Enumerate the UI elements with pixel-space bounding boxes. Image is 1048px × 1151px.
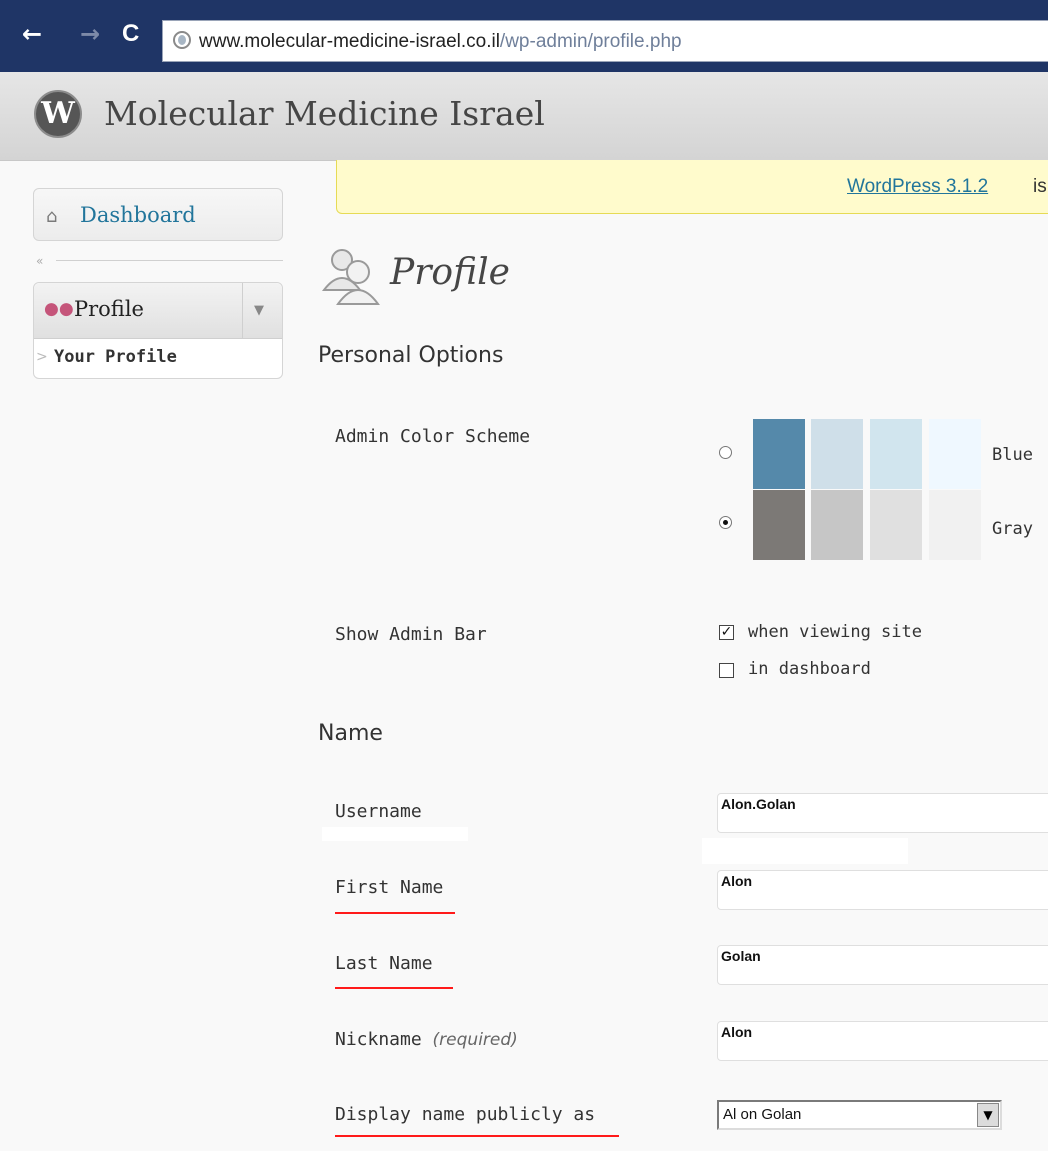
first-name-value: Alon (721, 873, 753, 889)
site-title[interactable]: Molecular Medicine Israel (104, 94, 545, 133)
chevron-down-icon[interactable]: ▼ (977, 1103, 999, 1127)
update-link[interactable]: WordPress 3.1.2 (847, 176, 988, 198)
last-name-value: Golan (721, 948, 761, 964)
sidebar-separator (56, 260, 283, 261)
username-field: Alon.Golan (717, 793, 1048, 833)
last-name-label: Last Name (335, 953, 433, 974)
collapse-menu-icon[interactable]: « (36, 254, 43, 268)
sidebar-menu-profile: ●● Profile ▼ > Your Profile (33, 282, 283, 379)
color-swatch (753, 490, 805, 560)
username-label: Username (335, 801, 422, 822)
required-note: (required) (432, 1030, 518, 1050)
checkbox-label: in dashboard (748, 659, 871, 679)
back-button[interactable]: ← (22, 22, 42, 46)
url-path: /wp-admin/profile.php (499, 31, 682, 52)
nickname-input[interactable]: Alon (717, 1021, 1048, 1061)
username-value: Alon.Golan (721, 796, 796, 812)
url-text: www.molecular-medicine-israel.co.il/wp-a… (199, 31, 682, 53)
users-icon: ●● (44, 299, 74, 319)
show-admin-bar-label: Show Admin Bar (335, 624, 487, 645)
submenu-toggle-icon[interactable]: ▼ (254, 303, 264, 318)
notice-text: is (1033, 176, 1047, 197)
annotation-underline (335, 912, 455, 914)
color-swatch (870, 419, 922, 489)
color-scheme-radio-gray[interactable] (719, 516, 732, 529)
wordpress-logo-icon[interactable]: W (34, 90, 82, 138)
color-scheme-name: Gray (992, 519, 1033, 539)
nickname-label-text: Nickname (335, 1029, 422, 1050)
color-scheme-name: Blue (992, 445, 1033, 465)
color-swatch (811, 419, 863, 489)
redaction-bar (322, 827, 468, 841)
sidebar-item-label: Profile (74, 297, 144, 321)
first-name-label: First Name (335, 877, 444, 898)
last-name-input[interactable]: Golan (717, 945, 1048, 985)
color-swatch (811, 490, 863, 560)
annotation-underline (335, 987, 453, 989)
sidebar-item-dashboard[interactable]: ⌂ Dashboard (33, 188, 283, 241)
forward-button[interactable]: → (80, 22, 100, 46)
globe-icon (173, 31, 191, 49)
color-swatch (929, 419, 981, 489)
admin-bar-front-checkbox[interactable]: ✓ (719, 625, 734, 640)
update-notice: WordPress 3.1.2 is (336, 160, 1048, 214)
color-swatch (929, 490, 981, 560)
browser-toolbar: ← → C www.molecular-medicine-israel.co.i… (0, 0, 1048, 72)
display-name-select[interactable]: Al on Golan ▼ (717, 1100, 1002, 1130)
address-bar[interactable]: www.molecular-medicine-israel.co.il/wp-a… (162, 20, 1048, 62)
home-icon: ⌂ (46, 206, 58, 227)
url-host: www.molecular-medicine-israel.co.il (199, 31, 500, 52)
display-name-selected-value: Al on Golan (723, 1106, 802, 1123)
color-swatch (870, 490, 922, 560)
nickname-label: Nickname (required) (335, 1029, 518, 1050)
sidebar-item-profile[interactable]: ●● Profile ▼ (34, 283, 282, 339)
section-heading-personal-options: Personal Options (318, 343, 504, 368)
color-swatch (753, 419, 805, 489)
section-heading-name: Name (318, 721, 383, 746)
redaction-bar (702, 838, 908, 864)
color-scheme-radio-blue[interactable] (719, 446, 732, 459)
display-name-label: Display name publicly as (335, 1104, 596, 1125)
annotation-underline (335, 1135, 619, 1137)
admin-color-scheme-label: Admin Color Scheme (335, 426, 531, 447)
reload-button[interactable]: C (122, 22, 139, 46)
nickname-value: Alon (721, 1024, 753, 1040)
admin-bar-dashboard-checkbox[interactable] (719, 663, 734, 678)
checkbox-label: when viewing site (748, 622, 922, 642)
current-item-caret-icon: > (36, 349, 48, 365)
users-icon (321, 249, 380, 305)
sidebar-item-label: Dashboard (80, 203, 196, 227)
first-name-input[interactable]: Alon (717, 870, 1048, 910)
page-title: Profile (390, 252, 510, 293)
admin-header: W Molecular Medicine Israel (0, 72, 1048, 161)
sidebar-subitem-your-profile[interactable]: Your Profile (54, 347, 177, 367)
divider (242, 283, 243, 338)
